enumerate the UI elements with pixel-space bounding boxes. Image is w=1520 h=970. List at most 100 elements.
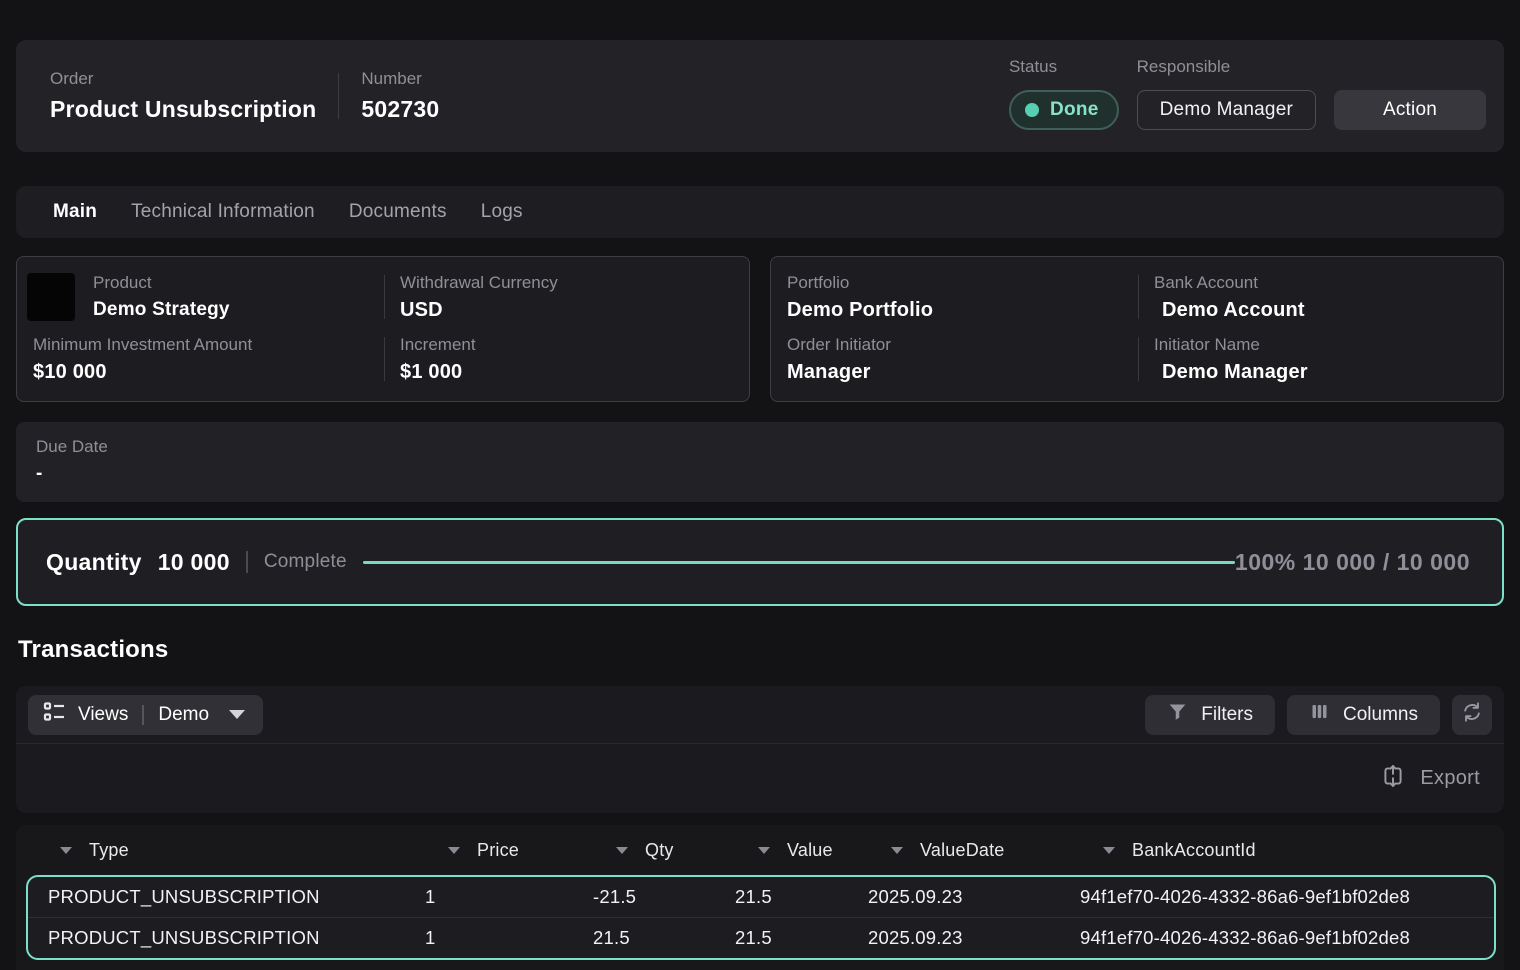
toolbar-row: Views Demo Filters xyxy=(16,686,1504,743)
status-label: Status xyxy=(1009,57,1119,77)
portfolio-card: Portfolio Demo Portfolio Bank Account De… xyxy=(770,256,1504,402)
export-label: Export xyxy=(1420,767,1480,790)
product-value: Demo Strategy xyxy=(93,299,230,321)
increment-value: $1 000 xyxy=(400,361,735,384)
product-thumbnail xyxy=(27,273,75,321)
refresh-icon xyxy=(1461,701,1483,729)
progress-bar xyxy=(363,561,1235,564)
table-header-row: Type Price Qty Value ValueDate BankAccou… xyxy=(16,825,1504,875)
min-investment-label: Minimum Investment Amount xyxy=(33,335,370,355)
responsible-column: Responsible Demo Manager xyxy=(1137,57,1316,130)
export-row: Export xyxy=(16,744,1504,813)
table-row[interactable]: PRODUCT_UNSUBSCRIPTION 1 -21.5 21.5 2025… xyxy=(28,877,1494,917)
chevron-down-icon xyxy=(229,710,245,719)
withdrawal-currency-value: USD xyxy=(400,299,735,322)
column-header-bankaccountid[interactable]: BankAccountId xyxy=(1059,840,1504,861)
columns-bars-icon xyxy=(1309,701,1330,728)
cell-value: 21.5 xyxy=(715,927,848,949)
order-controls: Status Done Responsible Demo Manager Act… xyxy=(1009,40,1486,152)
column-header-label: Value xyxy=(787,840,833,861)
transactions-toolbar: Views Demo Filters xyxy=(16,686,1504,813)
due-date-card: Due Date - xyxy=(16,422,1504,502)
refresh-button[interactable] xyxy=(1452,695,1492,735)
views-dropdown[interactable]: Views Demo xyxy=(28,695,263,735)
export-arrows-icon xyxy=(1380,763,1406,795)
sort-caret-icon xyxy=(758,847,770,854)
info-cards-row: Product Demo Strategy Withdrawal Currenc… xyxy=(16,256,1504,402)
tab-logs[interactable]: Logs xyxy=(464,201,540,223)
status-badge: Done xyxy=(1009,90,1119,130)
order-initiator-label: Order Initiator xyxy=(787,335,1124,355)
quantity-label: Quantity xyxy=(46,549,142,576)
transactions-title: Transactions xyxy=(18,636,1504,664)
column-header-qty[interactable]: Qty xyxy=(572,840,714,861)
increment-label: Increment xyxy=(400,335,735,355)
list-views-icon xyxy=(42,700,66,730)
column-header-valuedate[interactable]: ValueDate xyxy=(847,840,1059,861)
action-button[interactable]: Action xyxy=(1334,90,1486,130)
transactions-table: Type Price Qty Value ValueDate BankAccou… xyxy=(16,825,1504,970)
current-view-name: Demo xyxy=(158,704,209,726)
min-investment-field: Minimum Investment Amount $10 000 xyxy=(17,329,384,391)
order-initiator-field: Order Initiator Manager xyxy=(771,329,1138,391)
bank-account-label: Bank Account xyxy=(1154,273,1489,293)
bank-account-value: Demo Account xyxy=(1154,299,1489,322)
cell-bankaccountid: 94f1ef70-4026-4332-86a6-9ef1bf02de8 xyxy=(1060,927,1494,949)
column-header-label: Type xyxy=(89,840,129,861)
increment-field: Increment $1 000 xyxy=(384,329,749,391)
cell-valuedate: 2025.09.23 xyxy=(848,886,1060,908)
withdrawal-currency-label: Withdrawal Currency xyxy=(400,273,735,293)
product-label: Product xyxy=(93,273,230,293)
columns-label: Columns xyxy=(1343,704,1418,726)
column-header-value[interactable]: Value xyxy=(714,840,847,861)
column-header-label: BankAccountId xyxy=(1132,840,1256,861)
filters-label: Filters xyxy=(1201,704,1253,726)
number-label: Number xyxy=(361,69,439,89)
cell-valuedate: 2025.09.23 xyxy=(848,927,1060,949)
cell-price: 1 xyxy=(405,886,573,908)
order-identity: Order Product Unsubscription Number 5027… xyxy=(50,40,439,152)
due-date-label: Due Date xyxy=(36,437,1484,457)
tab-technical-information[interactable]: Technical Information xyxy=(114,201,332,223)
status-dot-icon xyxy=(1025,103,1039,117)
responsible-button[interactable]: Demo Manager xyxy=(1137,90,1316,130)
quantity-status: Complete xyxy=(264,551,347,573)
toolbar-right-group: Filters Columns xyxy=(1145,695,1492,735)
responsible-label: Responsible xyxy=(1137,57,1316,77)
number-value: 502730 xyxy=(361,96,439,123)
product-stack: Product Demo Strategy xyxy=(93,273,230,321)
tab-main[interactable]: Main xyxy=(36,201,114,223)
withdrawal-currency-field: Withdrawal Currency USD xyxy=(384,267,749,329)
header-divider xyxy=(338,73,339,119)
cell-type: PRODUCT_UNSUBSCRIPTION xyxy=(28,927,405,949)
initiator-name-label: Initiator Name xyxy=(1154,335,1489,355)
tab-documents[interactable]: Documents xyxy=(332,201,464,223)
action-column: Action xyxy=(1334,57,1486,130)
initiator-name-field: Initiator Name Demo Manager xyxy=(1138,329,1503,391)
filters-button[interactable]: Filters xyxy=(1145,695,1275,735)
tab-bar: Main Technical Information Documents Log… xyxy=(16,186,1504,238)
export-button[interactable]: Export xyxy=(1380,763,1480,795)
cell-qty: 21.5 xyxy=(573,927,715,949)
views-separator xyxy=(142,705,144,725)
due-date-value: - xyxy=(36,463,1484,485)
bank-account-field: Bank Account Demo Account xyxy=(1138,267,1503,329)
sort-caret-icon xyxy=(1103,847,1115,854)
order-header-card: Order Product Unsubscription Number 5027… xyxy=(16,40,1504,152)
quantity-value: 10 000 xyxy=(158,549,230,576)
views-label: Views xyxy=(78,704,128,726)
cell-value: 21.5 xyxy=(715,886,848,908)
order-field: Order Product Unsubscription xyxy=(50,69,316,123)
product-card: Product Demo Strategy Withdrawal Currenc… xyxy=(16,256,750,402)
sort-caret-icon xyxy=(448,847,460,854)
cell-price: 1 xyxy=(405,927,573,949)
column-header-price[interactable]: Price xyxy=(404,840,572,861)
table-row[interactable]: PRODUCT_UNSUBSCRIPTION 1 21.5 21.5 2025.… xyxy=(28,918,1494,958)
sort-caret-icon xyxy=(60,847,72,854)
status-badge-text: Done xyxy=(1050,99,1099,121)
sort-caret-icon xyxy=(891,847,903,854)
progress-text: 100% 10 000 / 10 000 xyxy=(1235,549,1470,576)
order-label: Order xyxy=(50,69,316,89)
column-header-type[interactable]: Type xyxy=(16,840,404,861)
columns-button[interactable]: Columns xyxy=(1287,695,1440,735)
